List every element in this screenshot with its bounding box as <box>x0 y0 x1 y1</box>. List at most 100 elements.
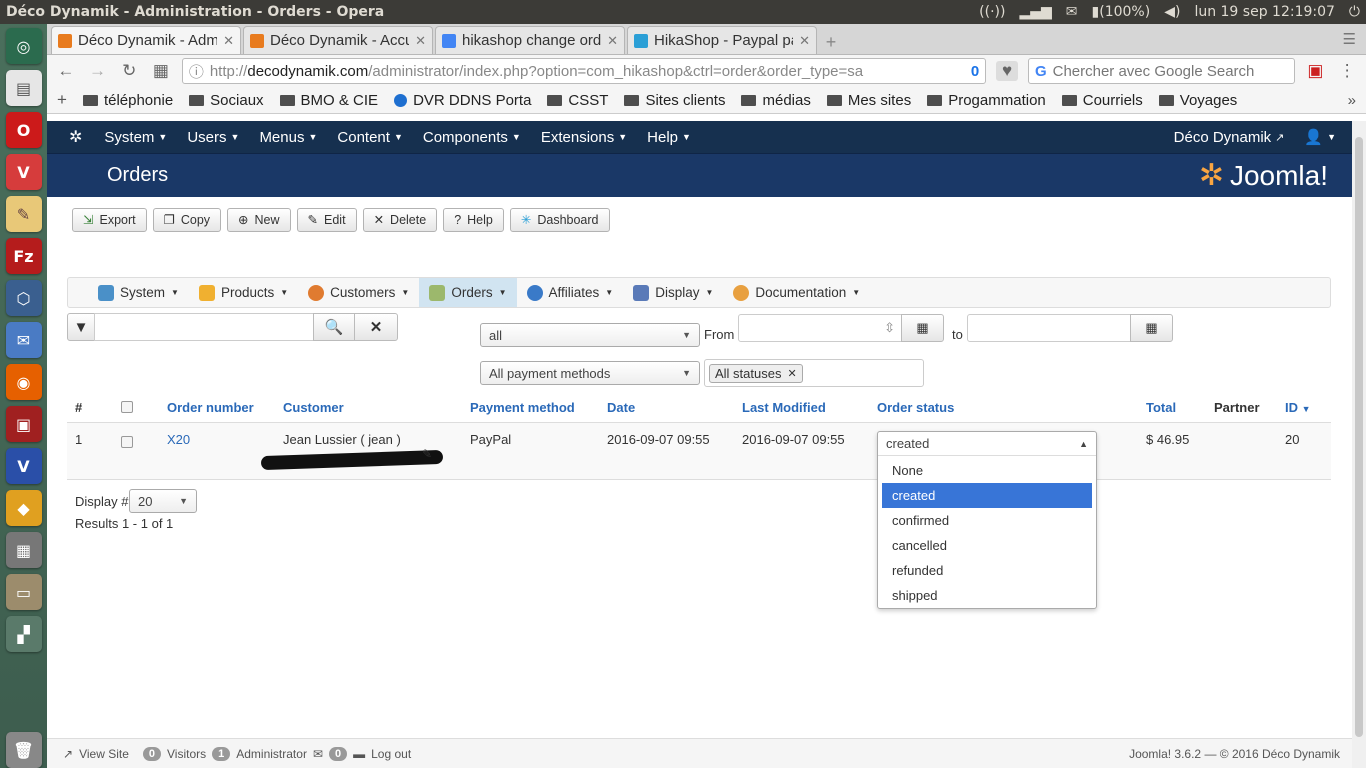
reload-icon[interactable]: ↻ <box>118 61 140 81</box>
bookmark-item[interactable]: Courriels <box>1061 92 1143 109</box>
joomla-logo-icon[interactable]: ✲ <box>69 127 82 147</box>
search-button[interactable]: 🔍 <box>313 313 355 341</box>
back-icon[interactable]: ← <box>55 61 77 81</box>
hika-menu-affiliates[interactable]: Affiliates ▼ <box>517 278 624 307</box>
bookmark-heart-icon[interactable]: ♥ <box>996 61 1018 81</box>
hika-menu-system[interactable]: System ▼ <box>88 278 189 307</box>
dashboard-button[interactable]: ✳ Dashboard <box>509 207 610 232</box>
column-header-last-modified[interactable]: Last Modified <box>742 400 826 415</box>
delete-button[interactable]: ✕ Delete <box>362 207 438 232</box>
to-calendar-button[interactable]: ▦ <box>1130 314 1173 342</box>
close-icon[interactable]: ✕ <box>223 33 234 49</box>
column-header-id[interactable]: ID ▼ <box>1285 400 1311 415</box>
workspaces-icon[interactable]: ▞ <box>5 616 42 652</box>
url-field[interactable]: ⓘ http://decodynamik.com/administrator/i… <box>181 58 987 84</box>
user-menu[interactable]: 👤 ▼ <box>1304 128 1336 146</box>
status-option-refunded[interactable]: refunded <box>882 558 1092 583</box>
close-icon[interactable]: ✕ <box>415 33 426 49</box>
status-option-shipped[interactable]: shipped <box>882 583 1092 608</box>
column-header-date[interactable]: Date <box>607 400 635 415</box>
trash-icon[interactable]: 🗑 <box>5 732 42 768</box>
remove-tag-icon[interactable]: ✕ <box>787 367 796 380</box>
mail-icon[interactable]: ✉ <box>1066 4 1078 20</box>
cube-app-icon[interactable]: ◆ <box>5 490 42 526</box>
order-type-select[interactable]: all ▼ <box>480 323 700 347</box>
clock[interactable]: lun 19 sep 12:19:07 <box>1194 4 1334 20</box>
battery-icon[interactable]: ▮(100%) <box>1092 4 1151 20</box>
bookmark-item[interactable]: DVR DDNS Porta <box>394 92 531 109</box>
menu-menus[interactable]: Menus ▼ <box>259 129 317 146</box>
bookmark-item[interactable]: médias <box>741 92 811 109</box>
select-all-checkbox[interactable] <box>121 401 133 413</box>
export-button[interactable]: ⇲ Export <box>72 207 147 232</box>
bookmark-item[interactable]: Progammation <box>927 92 1046 109</box>
bookmark-item[interactable]: téléphonie <box>82 92 173 109</box>
files-icon[interactable]: ▤ <box>5 70 42 106</box>
bookmark-item[interactable]: BMO & CIE <box>279 92 378 109</box>
copy-button[interactable]: ❐ Copy <box>152 207 222 232</box>
close-icon[interactable]: ✕ <box>799 33 810 49</box>
new-tab-button[interactable]: + <box>819 30 843 54</box>
extension-icon[interactable]: ▣ <box>1305 61 1327 81</box>
menu-help[interactable]: Help ▼ <box>647 129 691 146</box>
bookmark-item[interactable]: Voyages <box>1158 92 1237 109</box>
logout-link[interactable]: Log out <box>371 747 411 761</box>
ubuntu-dash-icon[interactable]: ◎ <box>5 28 42 64</box>
bookmark-item[interactable]: Mes sites <box>826 92 911 109</box>
page-scrollbar[interactable] <box>1352 121 1366 768</box>
filezilla-icon[interactable]: Fz <box>5 238 42 274</box>
messages-badge[interactable]: 0 <box>329 746 348 761</box>
close-icon[interactable]: ✕ <box>607 33 618 49</box>
menu-extensions[interactable]: Extensions ▼ <box>541 129 627 146</box>
order-number-link[interactable]: X20 <box>167 432 190 447</box>
to-date-input[interactable] <box>967 314 1131 342</box>
forward-icon[interactable]: → <box>87 61 109 81</box>
virtualbox-icon[interactable]: ⬡ <box>5 280 42 316</box>
wifi-icon[interactable]: ((·)) <box>979 4 1005 20</box>
search-input[interactable] <box>94 313 314 341</box>
from-calendar-button[interactable]: ▦ <box>901 314 944 342</box>
status-option-confirmed[interactable]: confirmed <box>882 508 1092 533</box>
menu-users[interactable]: Users ▼ <box>187 129 239 146</box>
hika-menu-customers[interactable]: Customers ▼ <box>298 278 419 307</box>
clear-button[interactable]: ✕ <box>354 313 398 341</box>
row-checkbox[interactable] <box>121 436 133 448</box>
tab-hikashop-paypal[interactable]: HikaShop - Paypal pa ✕ <box>627 26 817 54</box>
visitors-label[interactable]: Visitors <box>167 747 206 761</box>
tab-google-search[interactable]: hikashop change ord ✕ <box>435 26 625 54</box>
firefox-icon[interactable]: ◉ <box>5 364 42 400</box>
tab-deco-admin[interactable]: Déco Dynamik - Adm ✕ <box>51 26 241 54</box>
status-option-cancelled[interactable]: cancelled <box>882 533 1092 558</box>
signal-icon[interactable]: ▂▄▆ <box>1019 4 1051 20</box>
new-button[interactable]: ⊕ New <box>227 207 291 232</box>
menu-system[interactable]: System ▼ <box>104 129 167 146</box>
administrator-label[interactable]: Administrator <box>236 747 307 761</box>
status-option-none[interactable]: None <box>882 458 1092 483</box>
v-app-icon[interactable]: V <box>5 448 42 484</box>
dropdown-current[interactable]: created ▲ <box>878 432 1096 456</box>
column-header-order-number[interactable]: Order number <box>167 400 254 415</box>
edit-button[interactable]: ✎ Edit <box>296 207 357 232</box>
thunderbird-icon[interactable]: ✉ <box>5 322 42 358</box>
speed-dial-icon[interactable]: ▦ <box>150 61 172 81</box>
vivaldi-icon[interactable]: V <box>5 154 42 190</box>
help-button[interactable]: ? Help <box>443 207 504 232</box>
menu-content[interactable]: Content ▼ <box>337 129 402 146</box>
view-site-link[interactable]: View Site <box>79 747 129 761</box>
column-header-total[interactable]: Total <box>1146 400 1176 415</box>
spinner-icon[interactable]: ⇳ <box>884 320 895 336</box>
payment-method-select[interactable]: All payment methods ▼ <box>480 361 700 385</box>
tab-deco-accueil[interactable]: Déco Dynamik - Accu ✕ <box>243 26 433 54</box>
order-status-dropdown[interactable]: created ▲ None created confirmed cancelle… <box>877 431 1097 609</box>
bookmark-item[interactable]: Sites clients <box>624 92 725 109</box>
power-icon[interactable]: ⏻ <box>1349 4 1360 20</box>
more-bookmarks-icon[interactable]: » <box>1348 92 1356 109</box>
text-editor-icon[interactable]: ✎ <box>5 196 42 232</box>
calculator-icon[interactable]: ▦ <box>5 532 42 568</box>
add-bookmark-icon[interactable]: + <box>57 90 67 110</box>
column-header-payment[interactable]: Payment method <box>470 400 575 415</box>
hika-menu-display[interactable]: Display ▼ <box>623 278 723 307</box>
site-link[interactable]: Déco Dynamik ↗ <box>1174 129 1285 146</box>
tab-menu-icon[interactable]: ☰ <box>1343 30 1356 48</box>
status-option-created[interactable]: created <box>882 483 1092 508</box>
